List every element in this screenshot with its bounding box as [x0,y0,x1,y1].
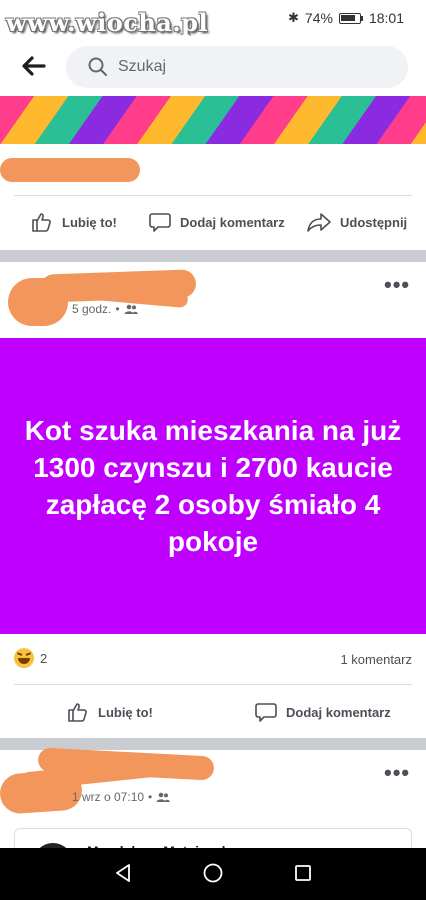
redacted-name [0,158,140,182]
search-input[interactable]: Szukaj [66,46,408,88]
like-button[interactable]: Lubię to! [66,700,153,724]
like-button[interactable]: Lubię to! [30,210,117,234]
comment-button[interactable]: Dodaj komentarz [148,210,285,234]
share-icon [307,213,331,232]
bluetooth-icon: ✱ [288,10,299,25]
reactions-count: 2 [40,650,48,666]
post-time: 5 godz. [72,302,112,316]
more-icon[interactable]: ••• [384,760,410,786]
post-meta: 1 wrz o 07:10 • [72,790,171,804]
share-button[interactable]: Udostępnij [306,210,407,234]
comment-button[interactable]: Dodaj komentarz [254,700,391,724]
more-icon[interactable]: ••• [384,272,410,298]
status-indicators: ✱ 74% 18:01 [288,10,404,26]
battery-percent: 74% [304,10,333,26]
like-icon [32,213,51,232]
friends-icon [156,792,171,802]
nav-back-icon[interactable] [112,862,134,884]
nav-recents-icon[interactable] [292,862,314,884]
clock: 18:01 [368,10,404,26]
nav-home-icon[interactable] [202,862,224,884]
search-placeholder: Szukaj [118,58,167,75]
watermark: www.wiocha.pl [6,8,209,37]
divider [14,684,412,685]
like-icon [68,703,87,722]
search-header: Szukaj [0,36,426,96]
reactions-summary[interactable]: 2 [14,648,47,668]
haha-emoji-icon [14,648,34,668]
status-bar: www.wiocha.pl ✱ 74% 18:01 [0,0,426,37]
post-text: Kot szuka mieszkania na już 1300 czynszu… [24,414,402,558]
post-image-banner [0,96,426,144]
comment-icon [255,703,277,722]
feed-separator [0,250,426,262]
comment-icon [149,213,171,232]
post-meta: 5 godz. • [72,302,138,316]
back-arrow-icon[interactable] [18,52,48,80]
post-time: 1 wrz o 07:10 [72,790,145,804]
battery-icon [338,12,361,24]
divider [14,195,412,196]
navigation-bar [0,848,426,900]
comments-count[interactable]: 1 komentarz [340,652,412,667]
search-icon [88,57,107,76]
friends-icon [124,304,138,314]
post-text-image: Kot szuka mieszkania na już 1300 czynszu… [0,338,426,634]
